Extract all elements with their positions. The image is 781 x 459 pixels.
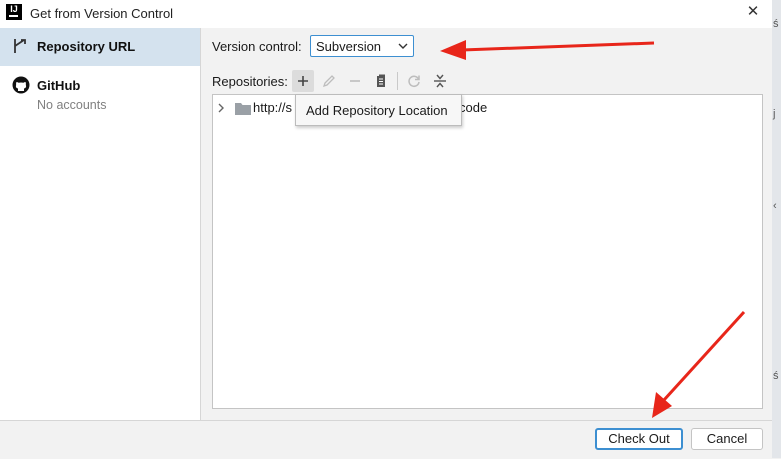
add-icon [298, 76, 308, 86]
refresh-button[interactable] [403, 70, 425, 92]
edit-repository-button[interactable] [318, 70, 340, 92]
chevron-down-icon [398, 43, 408, 49]
browse-repository-button[interactable] [370, 70, 392, 92]
repositories-tree[interactable]: http://s code [212, 94, 763, 409]
title-bar: IJ Get from Version Control ✕ [0, 0, 772, 28]
collapse-icon [434, 74, 446, 88]
remove-icon [350, 80, 360, 82]
sidebar-item-label: Repository URL [37, 39, 136, 54]
sidebar: Repository URL GitHub No accounts [0, 28, 201, 420]
tooltip-text: Add Repository Location [306, 103, 448, 118]
version-control-label: Version control: [212, 39, 302, 54]
add-repository-button[interactable] [292, 70, 314, 92]
sidebar-item-repository-url[interactable]: Repository URL [0, 28, 200, 66]
cancel-button[interactable]: Cancel [691, 428, 763, 450]
close-icon[interactable]: ✕ [744, 3, 762, 21]
github-icon [12, 76, 30, 94]
background-window-edge: ś j ‹ ś [772, 0, 781, 458]
repositories-label: Repositories: [212, 74, 288, 89]
toolbar-separator [397, 72, 398, 90]
folder-icon [235, 103, 251, 115]
chevron-right-icon[interactable] [216, 102, 226, 114]
get-from-vcs-dialog: IJ Get from Version Control ✕ Repository… [0, 0, 772, 459]
browse-icon [377, 74, 385, 87]
collapse-all-button[interactable] [429, 70, 451, 92]
github-accounts-status: No accounts [37, 98, 107, 112]
version-control-dropdown[interactable]: Subversion [310, 35, 414, 57]
intellij-app-icon: IJ [6, 4, 22, 20]
edit-icon [322, 75, 335, 88]
refresh-icon [408, 75, 420, 88]
sidebar-item-label: GitHub [37, 78, 81, 93]
dialog-title: Get from Version Control [30, 6, 174, 21]
version-control-value: Subversion [316, 39, 382, 54]
vcs-arrow-icon [14, 39, 26, 53]
check-out-button[interactable]: Check Out [595, 428, 683, 450]
sidebar-item-github[interactable]: GitHub No accounts [0, 66, 200, 118]
add-repository-tooltip: Add Repository Location [295, 94, 462, 126]
remove-repository-button[interactable] [344, 70, 366, 92]
